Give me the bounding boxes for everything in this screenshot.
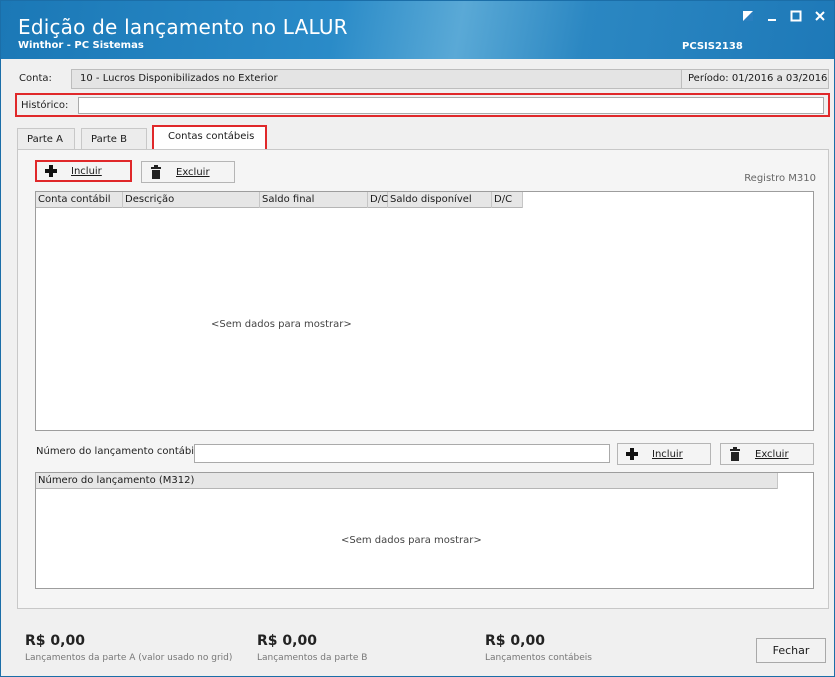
historico-label: Histórico: bbox=[21, 100, 69, 111]
lalur-edit-window: Edição de lançamento no LALUR Winthor - … bbox=[0, 0, 835, 677]
total-parte-a-desc: Lançamentos da parte A (valor usado no g… bbox=[25, 653, 233, 663]
registro-label: Registro M310 bbox=[744, 173, 816, 184]
excluir-label: Excluir bbox=[176, 166, 210, 178]
conta-row: Conta: 10 - Lucros Disponibilizados no E… bbox=[17, 69, 829, 89]
fechar-button[interactable]: Fechar bbox=[756, 638, 826, 663]
tab-contas-contabeis[interactable]: Contas contábeis bbox=[152, 125, 267, 151]
numero-grid-header: Número do lançamento (M312) bbox=[36, 473, 778, 489]
contas-grid-header: Conta contábil Descrição Saldo final D/C… bbox=[36, 192, 523, 208]
historico-row: Histórico: bbox=[15, 93, 830, 117]
tab-parte-b[interactable]: Parte B bbox=[81, 128, 147, 150]
total-contabeis-desc: Lançamentos contábeis bbox=[485, 653, 592, 663]
tab-panel-contas: Incluir Excluir Registro M310 Conta cont… bbox=[17, 149, 829, 609]
incluir-numero-button[interactable]: Incluir bbox=[617, 443, 711, 465]
col-dc[interactable]: D/C bbox=[368, 192, 388, 208]
trash-icon bbox=[721, 447, 749, 461]
minimize-icon[interactable] bbox=[764, 8, 780, 24]
numero-grid-empty: <Sem dados para mostrar> bbox=[341, 535, 482, 546]
window-controls bbox=[740, 8, 828, 24]
window-title: Edição de lançamento no LALUR bbox=[18, 15, 348, 39]
col-saldo-disponivel[interactable]: Saldo disponível bbox=[388, 192, 492, 208]
total-contabeis-value: R$ 0,00 bbox=[485, 633, 545, 649]
excluir-button[interactable]: Excluir bbox=[141, 161, 235, 183]
total-parte-a-value: R$ 0,00 bbox=[25, 633, 85, 649]
maximize-icon[interactable] bbox=[788, 8, 804, 24]
historico-input[interactable] bbox=[78, 97, 824, 114]
col-conta-contabil[interactable]: Conta contábil bbox=[36, 192, 123, 208]
numero-grid[interactable]: Número do lançamento (M312) <Sem dados p… bbox=[35, 472, 814, 589]
window-subtitle: Winthor - PC Sistemas bbox=[18, 40, 144, 51]
incluir-button[interactable]: Incluir bbox=[35, 160, 132, 182]
total-parte-b-desc: Lançamentos da parte B bbox=[257, 653, 368, 663]
contas-grid-empty: <Sem dados para mostrar> bbox=[211, 319, 352, 330]
col-numero-lancamento[interactable]: Número do lançamento (M312) bbox=[36, 473, 778, 489]
col-descricao[interactable]: Descrição bbox=[123, 192, 260, 208]
excluir-numero-button[interactable]: Excluir bbox=[720, 443, 814, 465]
restore-icon[interactable] bbox=[740, 8, 756, 24]
plus-icon bbox=[618, 447, 646, 461]
col-saldo-final[interactable]: Saldo final bbox=[260, 192, 368, 208]
numero-input[interactable] bbox=[194, 444, 610, 463]
tab-parte-a[interactable]: Parte A bbox=[17, 128, 75, 150]
col-dc-2[interactable]: D/C bbox=[492, 192, 523, 208]
close-icon[interactable] bbox=[812, 8, 828, 24]
incluir-label: Incluir bbox=[71, 165, 102, 177]
screen-code: PCSIS2138 bbox=[682, 41, 743, 52]
trash-icon bbox=[142, 165, 170, 179]
plus-icon bbox=[37, 164, 65, 178]
numero-label: Número do lançamento contábil: bbox=[36, 446, 201, 457]
total-parte-b-value: R$ 0,00 bbox=[257, 633, 317, 649]
periodo-badge: Período: 01/2016 a 03/2016 bbox=[681, 69, 829, 89]
excluir-numero-label: Excluir bbox=[755, 448, 789, 460]
incluir-numero-label: Incluir bbox=[652, 448, 683, 460]
contas-grid[interactable]: Conta contábil Descrição Saldo final D/C… bbox=[35, 191, 814, 431]
conta-field: 10 - Lucros Disponibilizados no Exterior bbox=[71, 69, 689, 89]
title-bar: Edição de lançamento no LALUR Winthor - … bbox=[1, 1, 834, 59]
conta-label: Conta: bbox=[19, 73, 52, 84]
